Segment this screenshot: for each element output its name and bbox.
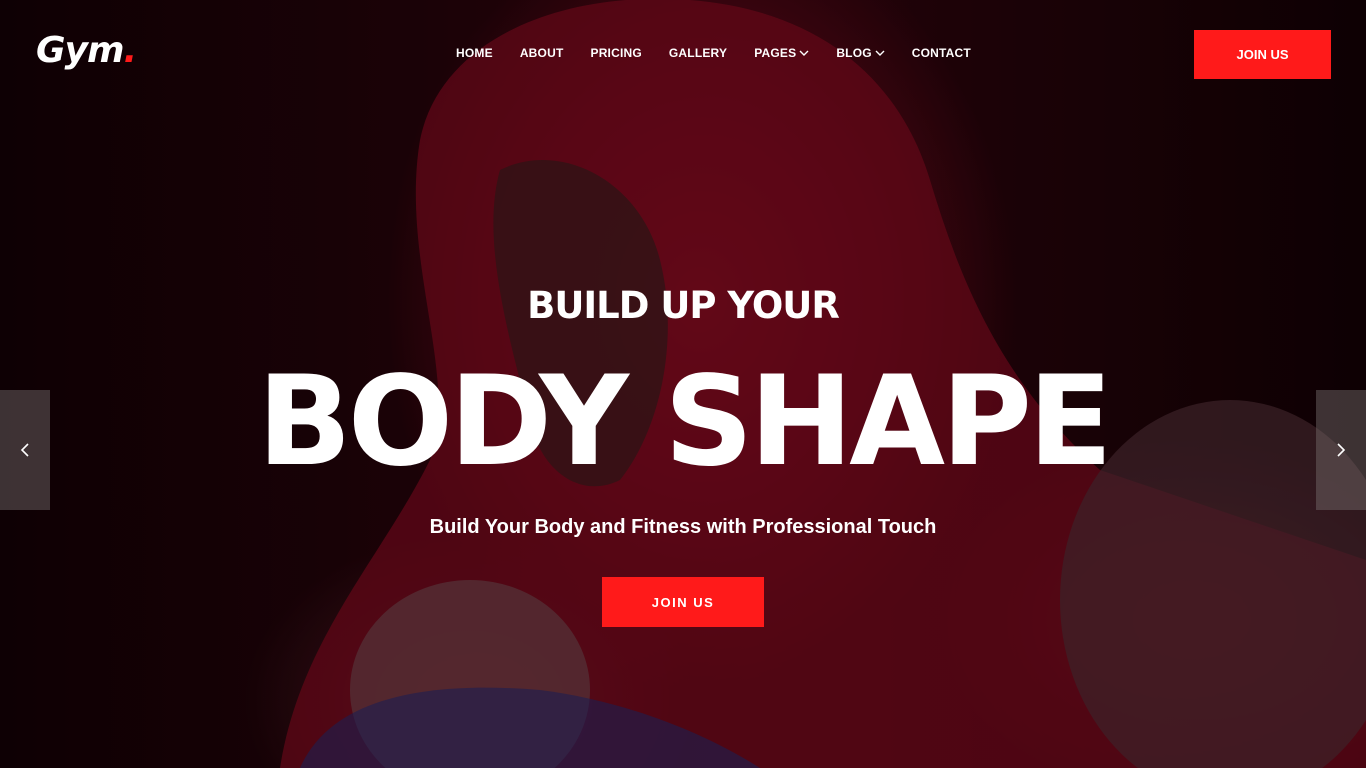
join-us-header-label: JOIN US	[1236, 47, 1289, 62]
logo-dot: .	[123, 30, 138, 71]
nav-home[interactable]: HOME	[456, 46, 493, 60]
chevron-right-icon	[1337, 443, 1346, 457]
nav-about[interactable]: ABOUT	[520, 46, 564, 60]
nav-blog-label: BLOG	[836, 46, 872, 60]
hero-subtitle: Build Your Body and Fitness with Profess…	[429, 516, 937, 538]
nav-gallery[interactable]: GALLERY	[669, 46, 727, 60]
nav-pages-label: PAGES	[754, 46, 797, 60]
nav-contact[interactable]: CONTACT	[912, 46, 971, 60]
nav-pricing[interactable]: PRICING	[590, 46, 641, 60]
chevron-down-icon	[875, 50, 885, 56]
hero-title: BODY SHAPE	[257, 350, 1112, 494]
chevron-down-icon	[799, 50, 809, 56]
nav-pages[interactable]: PAGES	[754, 46, 809, 60]
main-nav: HOME ABOUT PRICING GALLERY PAGES BLOG CO…	[456, 46, 998, 60]
nav-home-label: HOME	[456, 46, 493, 60]
nav-about-label: ABOUT	[519, 46, 564, 60]
nav-gallery-label: GALLERY	[668, 46, 728, 60]
chevron-left-icon	[20, 443, 29, 457]
join-us-header-button[interactable]: JOIN US	[1194, 30, 1331, 79]
join-us-hero-button[interactable]: JOIN US	[602, 577, 764, 627]
logo-text: Gym	[36, 30, 125, 71]
slider-next-button[interactable]	[1316, 390, 1366, 510]
nav-blog[interactable]: BLOG	[836, 46, 885, 60]
nav-contact-label: CONTACT	[911, 46, 971, 60]
hero-pretitle: BUILD UP YOUR	[527, 284, 840, 327]
slider-prev-button[interactable]	[0, 390, 50, 510]
nav-pricing-label: PRICING	[590, 46, 642, 60]
join-us-hero-label: JOIN US	[651, 594, 715, 610]
logo[interactable]: Gym.	[36, 30, 138, 71]
